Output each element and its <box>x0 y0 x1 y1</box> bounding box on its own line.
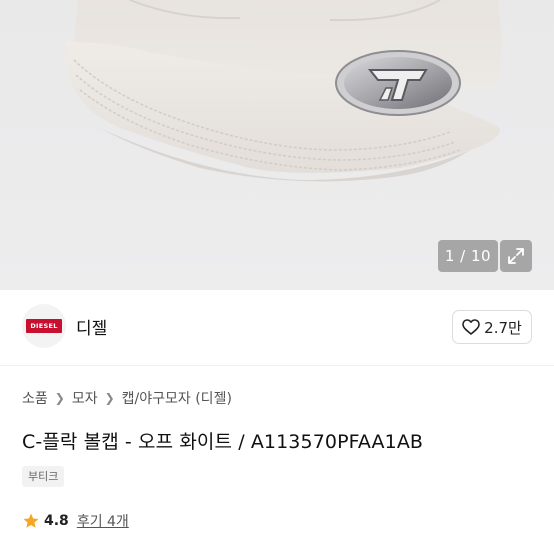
brand-logo[interactable]: DIESEL <box>22 304 66 348</box>
like-button[interactable]: 2.7만 <box>452 310 532 344</box>
product-image[interactable]: 1 / 10 <box>0 0 554 290</box>
heart-icon <box>462 319 480 335</box>
chevron-right-icon: ❯ <box>54 391 65 405</box>
star-icon <box>23 513 39 528</box>
breadcrumb-item[interactable]: 캡/야구모자 (디젤) <box>122 388 232 408</box>
chevron-right-icon: ❯ <box>104 391 115 405</box>
product-title: C-플락 볼캡 - 오프 화이트 / A113570PFAA1AB <box>22 431 424 453</box>
rating: 4.8 후기 4개 <box>22 511 129 531</box>
like-count: 2.7만 <box>484 318 522 337</box>
expand-icon <box>508 248 524 264</box>
breadcrumb-item[interactable]: 모자 <box>72 388 98 408</box>
brand-logo-text: DIESEL <box>26 319 62 333</box>
brand-row[interactable]: DIESEL 디젤 2.7만 <box>0 290 554 366</box>
expand-button[interactable] <box>500 240 532 272</box>
reviews-link[interactable]: 후기 4개 <box>77 511 129 531</box>
product-tag: 부티크 <box>22 466 65 487</box>
breadcrumb-item[interactable]: 소품 <box>22 388 48 408</box>
breadcrumb: 소품 ❯ 모자 ❯ 캡/야구모자 (디젤) <box>22 388 232 408</box>
rating-score: 4.8 <box>44 513 69 529</box>
image-counter: 1 / 10 <box>438 240 498 272</box>
brand-name[interactable]: 디젤 <box>76 314 107 339</box>
